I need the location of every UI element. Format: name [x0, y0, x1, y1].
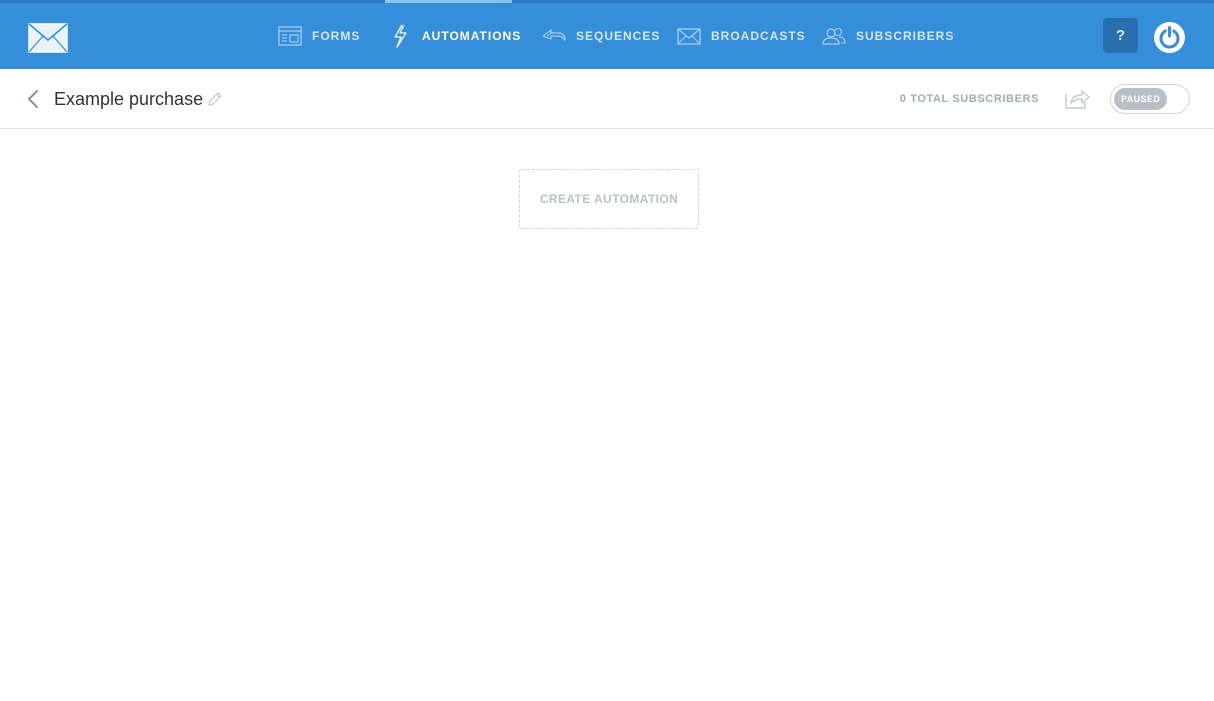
back-chevron-icon[interactable]	[24, 88, 42, 110]
status-toggle-label: PAUSED	[1114, 88, 1168, 110]
nav-label-automations: AUTOMATIONS	[422, 29, 522, 43]
pencil-icon[interactable]	[207, 91, 223, 107]
nav-label-subscribers: SUBSCRIBERS	[856, 29, 955, 43]
nav-item-subscribers[interactable]: SUBSCRIBERS	[822, 3, 954, 69]
nav-item-forms[interactable]: FORMS	[278, 3, 360, 69]
mail-logo-icon[interactable]	[28, 23, 68, 53]
users-icon	[822, 27, 846, 45]
help-button[interactable]: ?	[1103, 18, 1138, 53]
envelope-icon	[677, 28, 701, 45]
lightning-icon	[394, 24, 407, 48]
total-subscribers-count: 0 TOTAL SUBSCRIBERS	[899, 93, 1039, 105]
sequences-icon	[542, 29, 566, 41]
automation-header: Example purchase 0 TOTAL SUBSCRIBERS PAU…	[0, 69, 1214, 129]
create-automation-button[interactable]: CREATE AUTOMATION	[519, 169, 699, 229]
top-navigation-bar: FORMS AUTOMATIONS SEQUENCES BROADCASTS S…	[0, 0, 1214, 69]
status-toggle[interactable]: PAUSED	[1110, 84, 1190, 114]
nav-label-forms: FORMS	[312, 29, 361, 43]
nav-item-broadcasts[interactable]: BROADCASTS	[677, 3, 806, 69]
share-icon[interactable]	[1063, 86, 1091, 110]
power-icon[interactable]	[1153, 21, 1186, 54]
nav-item-sequences[interactable]: SEQUENCES	[542, 3, 660, 69]
automation-title[interactable]: Example purchase	[54, 87, 203, 111]
nav-item-automations[interactable]: AUTOMATIONS	[388, 3, 521, 69]
forms-icon	[278, 26, 302, 46]
nav-label-broadcasts: BROADCASTS	[711, 29, 806, 43]
nav-label-sequences: SEQUENCES	[576, 29, 661, 43]
